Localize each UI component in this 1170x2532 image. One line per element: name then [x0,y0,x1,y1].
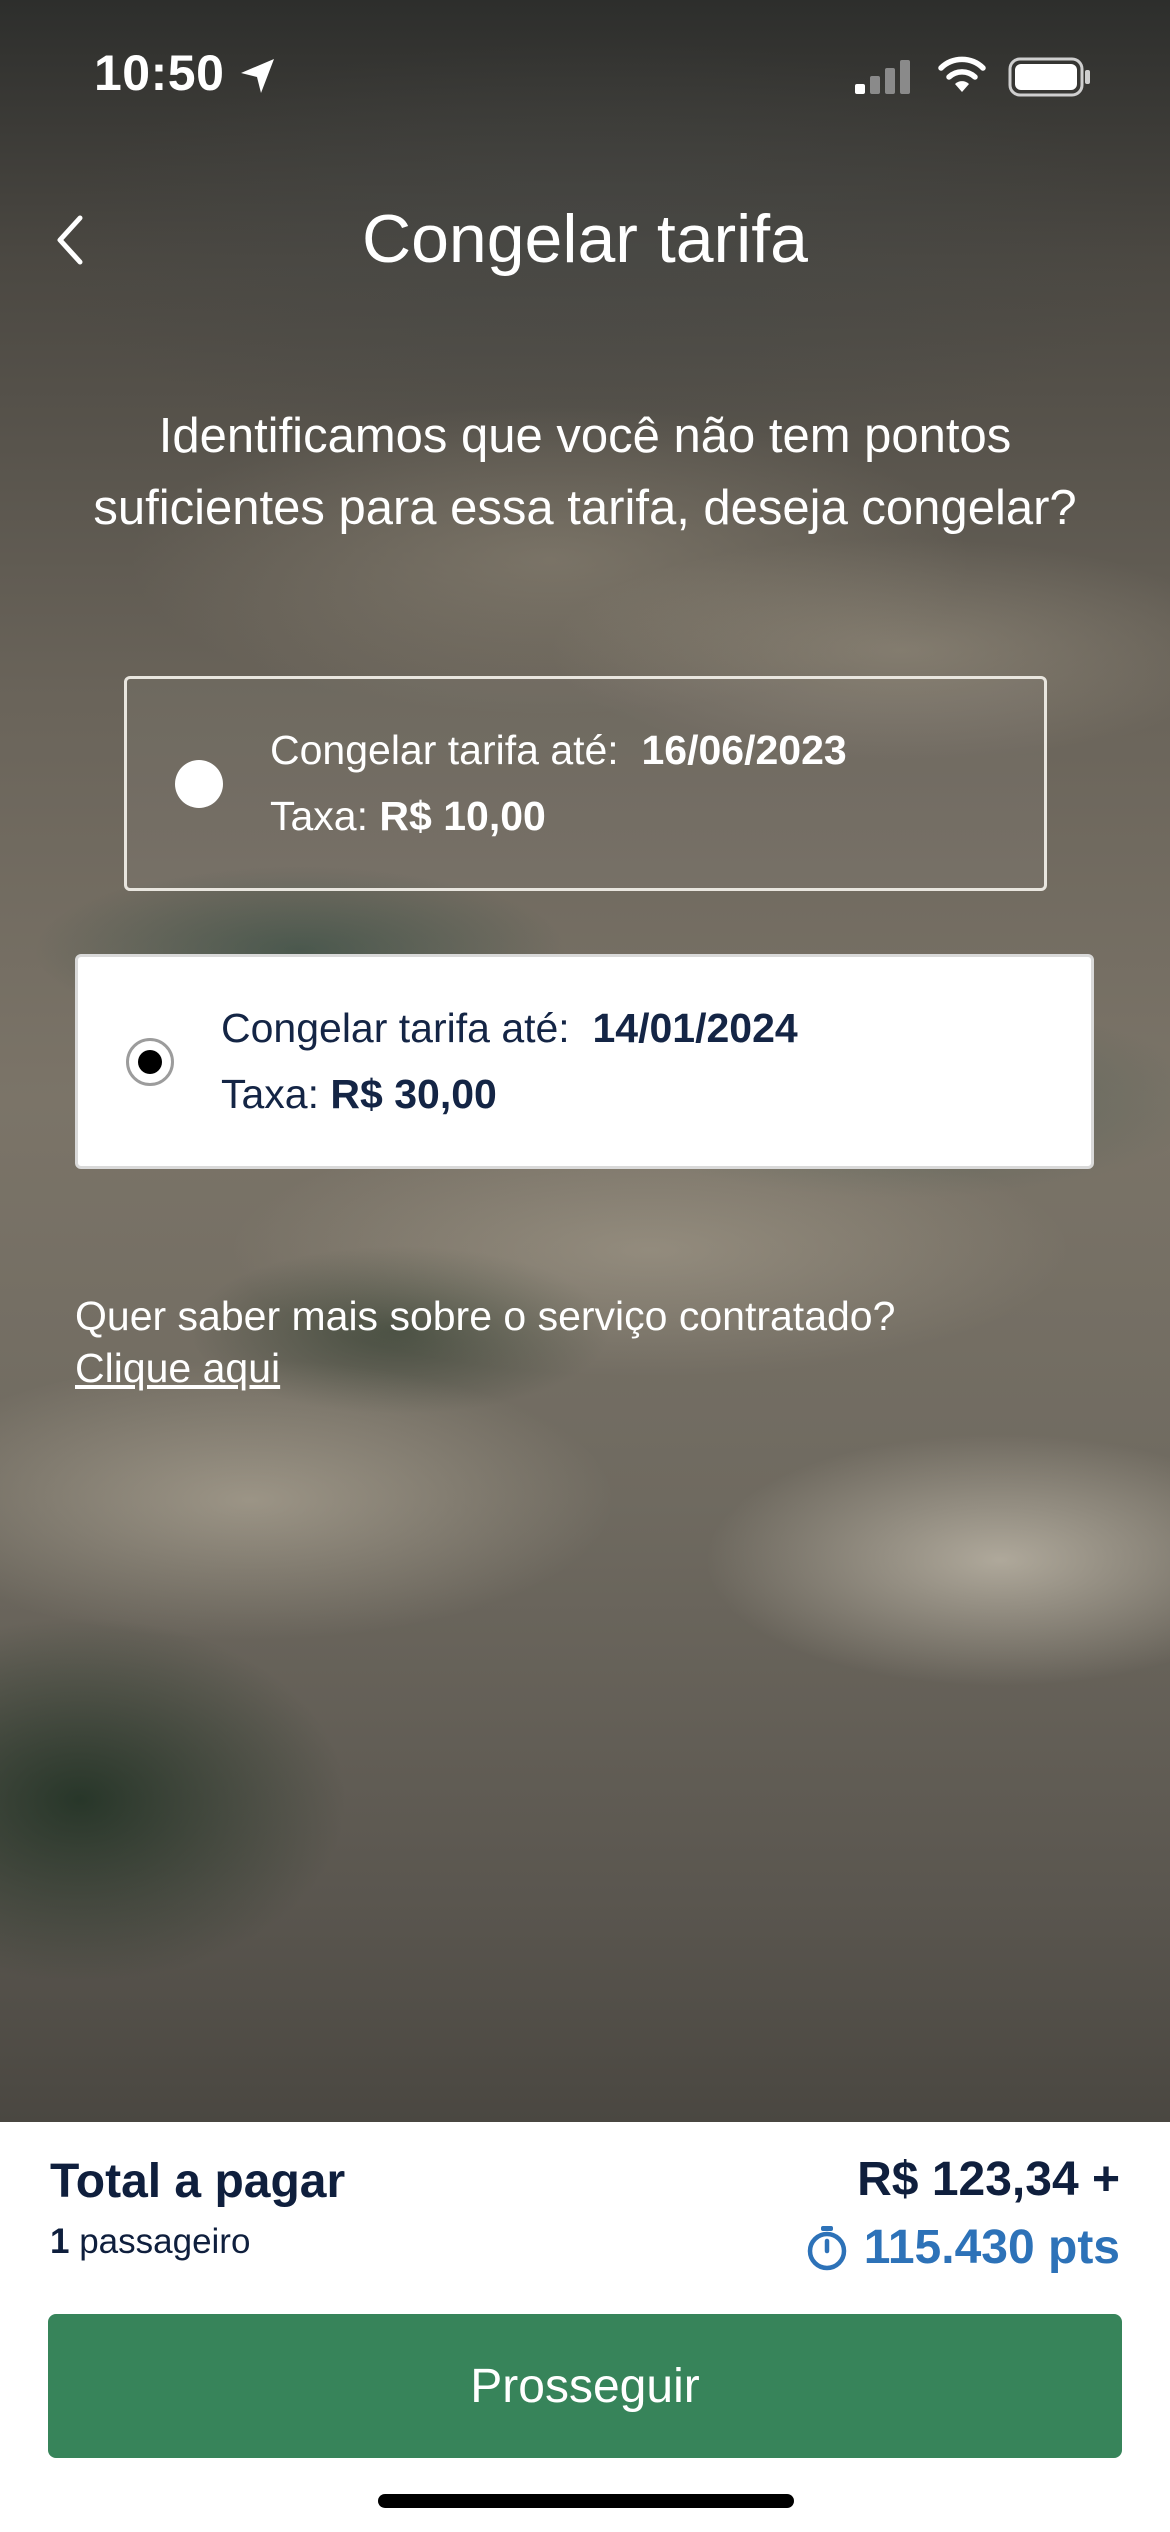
proceed-button[interactable]: Prosseguir [48,2314,1122,2458]
wifi-icon [938,56,986,92]
option-fee-line: Taxa: R$ 10,00 [270,793,546,840]
radio-unselected[interactable] [175,760,223,808]
points-row: 115.430 pts [804,2220,1120,2275]
timer-icon [807,2225,847,2270]
freeze-option-1[interactable]: Congelar tarifa até: 16/06/2023 Taxa: R$… [124,676,1047,891]
option-fee: R$ 10,00 [379,793,546,839]
option-date-line: Congelar tarifa até: 16/06/2023 [270,727,847,774]
location-arrow-icon [241,59,274,93]
signal-icon [855,60,910,94]
intro-text: Identificamos que você não tem pontos su… [93,409,1077,535]
passenger-line: 1 passageiro [50,2222,250,2262]
freeze-option-2[interactable]: Congelar tarifa até: 14/01/2024 Taxa: R$… [75,954,1094,1169]
info-section: Quer saber mais sobre o serviço contrata… [75,1290,895,1394]
status-bar: 10:50 [0,0,1170,150]
info-question: Quer saber mais sobre o serviço contrata… [75,1293,896,1339]
option-date-line: Congelar tarifa até: 14/01/2024 [221,1005,798,1052]
option-fee-label: Taxa: [221,1071,319,1117]
option-until-label: Congelar tarifa até: [221,1005,570,1051]
passenger-label: passageiro [79,2222,251,2261]
page-title: Congelar tarifa [361,201,809,277]
status-time: 10:50 [94,45,225,101]
option-fee: R$ 30,00 [330,1071,497,1117]
option-fee-label: Taxa: [270,793,368,839]
radio-selected[interactable] [126,1038,174,1086]
total-label: Total a pagar [50,2155,346,2208]
total-price: R$ 123,34 + [857,2153,1120,2206]
footer-summary: Total a pagar 1 passageiro R$ 123,34 + 1… [0,2122,1170,2532]
option-date: 14/01/2024 [592,1005,798,1051]
passenger-count: 1 [50,2222,70,2261]
points-value: 115.430 pts [863,2221,1120,2274]
battery-icon [1008,57,1090,97]
option-until-label: Congelar tarifa até: [270,727,619,773]
radio-dot [138,1050,162,1074]
info-link[interactable]: Clique aqui [75,1345,280,1391]
option-fee-line: Taxa: R$ 30,00 [221,1071,497,1118]
option-date: 16/06/2023 [641,727,847,773]
home-indicator [378,2494,794,2508]
